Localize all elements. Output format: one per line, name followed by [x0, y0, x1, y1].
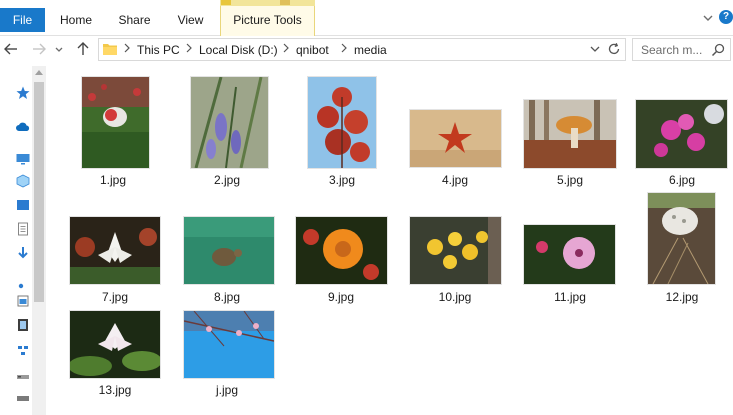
tab-file[interactable]: File	[0, 8, 45, 32]
thumbnail-image	[524, 100, 616, 168]
file-name: 4.jpg	[441, 173, 469, 187]
file-name: 10.jpg	[438, 290, 472, 304]
file-item[interactable]: 12.jpg	[632, 192, 732, 307]
file-name: 5.jpg	[556, 173, 584, 187]
search-box[interactable]	[632, 38, 731, 61]
file-item[interactable]: 7.jpg	[65, 192, 165, 307]
file-item[interactable]: 9.jpg	[291, 192, 391, 307]
file-item[interactable]: 11.jpg	[520, 192, 620, 307]
breadcrumb-separator-icon[interactable]	[282, 43, 290, 53]
search-input[interactable]	[635, 41, 709, 58]
file-name: j.jpg	[215, 383, 238, 397]
refresh-icon[interactable]	[607, 42, 621, 56]
music-icon[interactable]	[16, 276, 30, 290]
breadcrumb-qnibot[interactable]: qnibot	[296, 43, 329, 57]
thumbnail-image	[524, 225, 615, 284]
up-arrow-icon[interactable]	[74, 40, 92, 58]
breadcrumb-local-disk[interactable]: Local Disk (D:)	[199, 43, 278, 57]
tab-view[interactable]: View	[168, 8, 213, 32]
file-item[interactable]: 6.jpg	[632, 76, 732, 191]
this-pc-monitor-icon[interactable]	[16, 152, 30, 166]
drive-icon[interactable]	[16, 392, 30, 406]
thumbnail-image	[410, 110, 501, 167]
pictures-icon[interactable]	[16, 294, 30, 308]
file-name: 13.jpg	[98, 383, 132, 397]
quick-access-star-icon[interactable]	[16, 86, 30, 100]
file-name: 11.jpg	[554, 290, 586, 304]
navigation-bar: This PC Local Disk (D:) qnibot media	[0, 37, 733, 63]
search-icon[interactable]	[711, 43, 725, 57]
tab-picture-tools-label: Picture Tools	[233, 13, 302, 27]
file-item[interactable]: 1.jpg	[63, 76, 163, 191]
back-arrow-icon[interactable]	[2, 40, 20, 58]
file-name: 3.jpg	[328, 173, 356, 187]
3d-objects-icon[interactable]	[16, 174, 30, 188]
file-name: 9.jpg	[327, 290, 355, 304]
thumbnail-image	[70, 311, 160, 378]
folder-icon	[103, 44, 117, 55]
onedrive-cloud-icon[interactable]	[16, 120, 30, 134]
thumbnail-image	[184, 217, 274, 284]
contextual-tab-band	[220, 0, 315, 6]
tab-share[interactable]: Share	[112, 8, 157, 32]
breadcrumb-separator-icon[interactable]	[123, 43, 131, 53]
breadcrumb-media[interactable]: media	[354, 43, 387, 57]
chevron-down-icon[interactable]	[589, 44, 601, 54]
file-item[interactable]: j.jpg	[177, 310, 277, 410]
thumbnail-image	[82, 77, 149, 168]
breadcrumb-this-pc[interactable]: This PC	[137, 43, 180, 57]
thumbnail-image	[636, 100, 727, 168]
local-disk-drive-icon[interactable]	[16, 370, 30, 384]
recent-locations-chevron-icon[interactable]	[54, 40, 64, 58]
file-view: 1.jpg 2.jpg 3.jpg 4.jpg 5.jpg 6.jpg 7.jp…	[47, 66, 733, 415]
chevron-down-icon[interactable]	[702, 12, 714, 24]
file-name: 12.jpg	[665, 290, 699, 304]
file-item[interactable]: 5.jpg	[520, 76, 620, 191]
thumbnail-image	[296, 217, 387, 284]
thumbnail-image	[308, 77, 376, 168]
contextual-band-mark	[221, 0, 231, 5]
tab-picture-tools[interactable]: Picture Tools	[220, 0, 315, 36]
file-name: 7.jpg	[101, 290, 129, 304]
scroll-up-arrow-icon[interactable]	[35, 70, 43, 75]
file-item[interactable]: 3.jpg	[292, 76, 392, 191]
file-name: 1.jpg	[99, 173, 127, 187]
file-item[interactable]: 13.jpg	[65, 310, 165, 410]
ribbon: File Home Share View Picture Tools ?	[0, 0, 733, 36]
help-icon[interactable]: ?	[719, 10, 733, 24]
file-item[interactable]: 8.jpg	[177, 192, 277, 307]
file-item[interactable]: 4.jpg	[405, 76, 505, 191]
file-item[interactable]: 2.jpg	[177, 76, 277, 191]
thumbnail-image	[191, 77, 268, 168]
documents-icon[interactable]	[16, 222, 30, 236]
file-name: 2.jpg	[213, 173, 241, 187]
file-name: 8.jpg	[213, 290, 241, 304]
scrollbar-thumb[interactable]	[34, 82, 44, 302]
network-icon[interactable]	[16, 344, 30, 358]
thumbnail-image	[648, 193, 715, 284]
thumbnail-image	[70, 217, 160, 284]
thumbnail-image	[410, 217, 501, 284]
desktop-icon[interactable]	[16, 198, 30, 212]
file-name: 6.jpg	[668, 173, 696, 187]
breadcrumb-separator-icon[interactable]	[340, 43, 348, 53]
navigation-pane-scrollbar[interactable]	[32, 66, 46, 415]
address-bar[interactable]: This PC Local Disk (D:) qnibot media	[98, 38, 626, 61]
videos-film-icon[interactable]	[16, 318, 30, 332]
breadcrumb-separator-icon[interactable]	[185, 43, 193, 53]
contextual-band-mark	[280, 0, 290, 5]
forward-arrow-icon[interactable]	[30, 40, 48, 58]
file-item[interactable]: 10.jpg	[405, 192, 505, 307]
thumbnail-image	[184, 311, 274, 378]
tab-home[interactable]: Home	[52, 8, 100, 32]
downloads-arrow-icon[interactable]	[16, 246, 30, 260]
